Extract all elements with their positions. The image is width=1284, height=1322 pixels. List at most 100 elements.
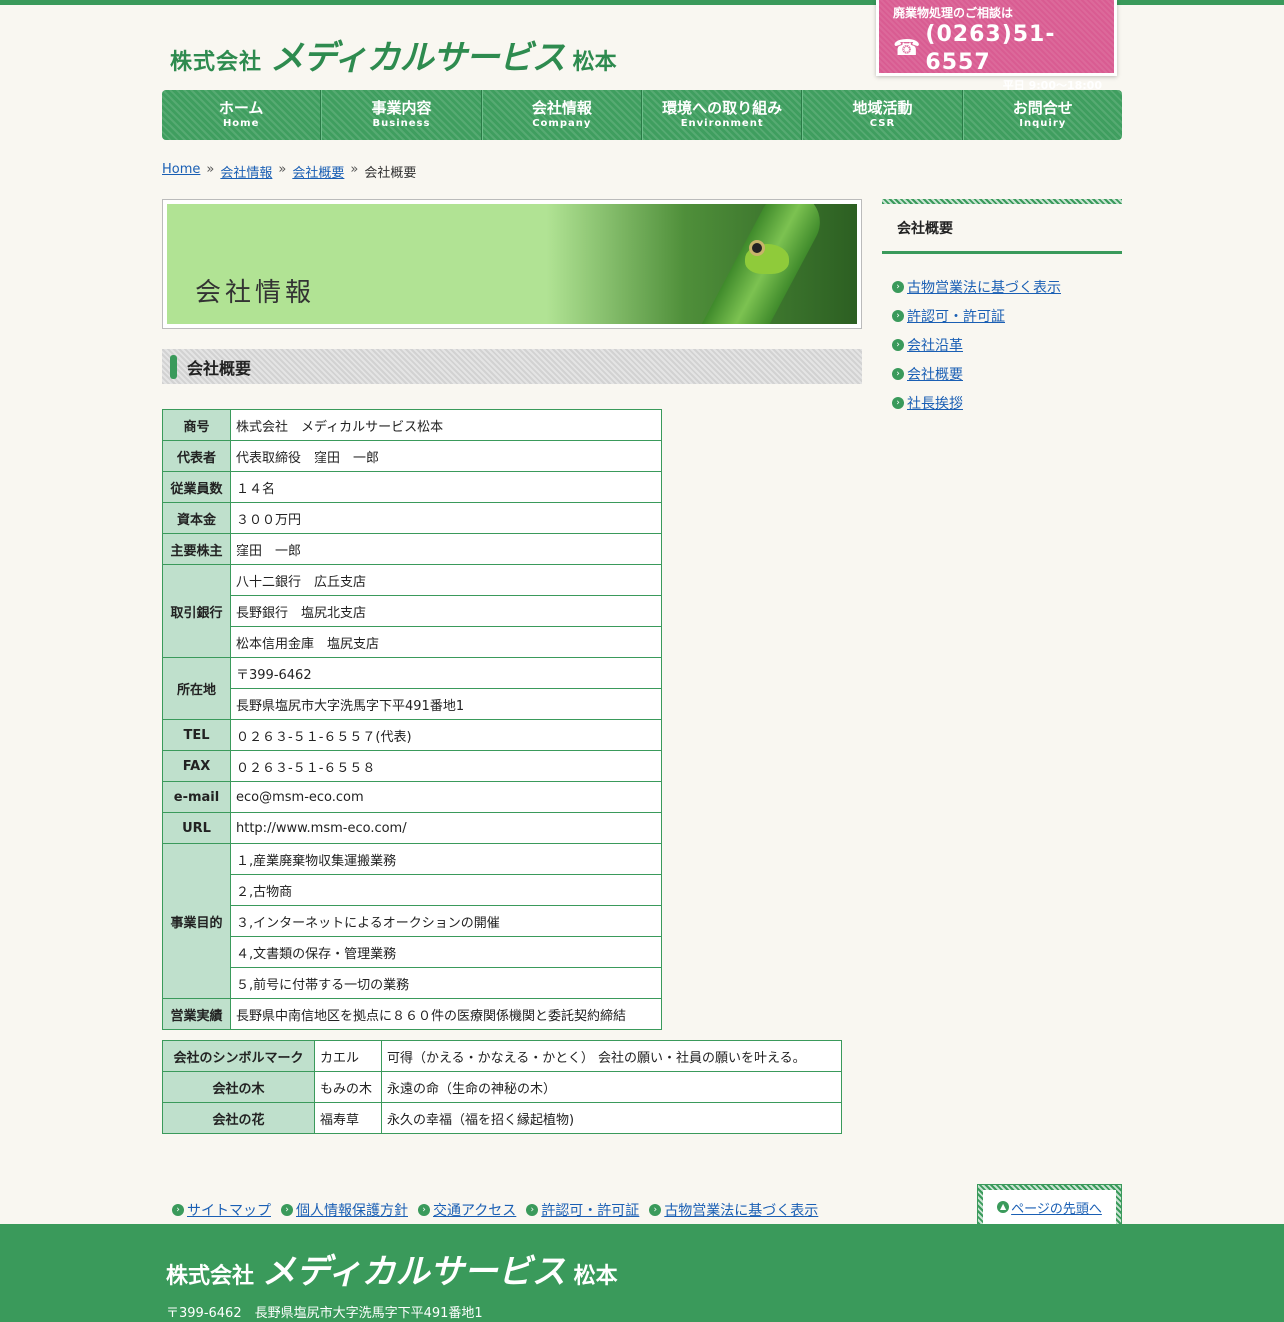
nav-label: 会社情報 — [531, 99, 592, 117]
row-label: FAX — [162, 750, 231, 782]
arrow-right-icon: › — [649, 1204, 662, 1216]
breadcrumb-overview[interactable]: 会社概要 — [292, 162, 344, 181]
footer-link-item: › サイトマップ — [172, 1200, 271, 1220]
table-row: 長野県塩尻市大字洗馬字下平491番地1 — [163, 688, 662, 720]
page-top-box: ▲ ページの先頭へ — [977, 1184, 1122, 1224]
sidebar-item: › 許認可・許可証 — [882, 301, 1122, 330]
footer-link-licenses[interactable]: 許認可・許可証 — [541, 1200, 639, 1220]
row-value: eco@msm-eco.com — [230, 781, 662, 813]
sidebar-link-greeting[interactable]: 社長挨拶 — [907, 393, 963, 413]
nav-business[interactable]: 事業内容 Business — [321, 90, 482, 140]
heading-marker — [170, 354, 177, 379]
table-row: 主要株主 窪田 一郎 — [162, 533, 662, 565]
logo-prefix: 株式会社 — [166, 1264, 255, 1289]
symbol-table: 会社のシンボルマーク カエル 可得（かえる・かなえる・かとく） 会社の願い・社員… — [162, 1040, 842, 1134]
logo-suffix: 松本 — [573, 1264, 618, 1289]
logo-main: メディカルサービス — [270, 38, 566, 78]
footer-link-item: › 交通アクセス — [418, 1200, 516, 1220]
breadcrumb-home[interactable]: Home — [162, 162, 200, 181]
row-label: 資本金 — [162, 502, 231, 534]
section-title: 会社概要 — [187, 358, 252, 378]
logo-main: メディカルサービス — [262, 1252, 566, 1292]
footer-link-item: › 古物営業法に基づく表示 — [649, 1200, 818, 1220]
nav-label: 地域活動 — [852, 99, 913, 117]
nav-environment[interactable]: 環境への取り組み Environment — [641, 90, 803, 140]
nav-sublabel: Home — [222, 118, 260, 129]
nav-label: 環境への取り組み — [662, 99, 783, 117]
row-value: １,産業廃棄物収集運搬業務 — [230, 843, 662, 875]
row-value: ３００万円 — [230, 502, 662, 534]
nav-sublabel: CSR — [869, 118, 896, 129]
table-row: 会社の木 もみの木 永遠の命（生命の神秘の木） — [162, 1071, 842, 1103]
page-top-inner: ▲ ページの先頭へ — [983, 1190, 1116, 1224]
nav-label: 事業内容 — [371, 99, 432, 117]
sidebar-item: › 社長挨拶 — [882, 388, 1122, 417]
row-value: 窪田 一郎 — [230, 533, 662, 565]
table-row: 事業目的 １,産業廃棄物収集運搬業務 — [162, 843, 662, 999]
arrow-right-icon: › — [892, 309, 904, 322]
contact-banner[interactable]: 廃業物処理のご相談は ☎ (0263)51-6557 平日 9:00〜18:00 — [876, 0, 1117, 92]
page-top-link[interactable]: ページの先頭へ — [1011, 1198, 1102, 1217]
section-heading: 会社概要 — [162, 349, 862, 384]
nav-home[interactable]: ホーム Home — [162, 90, 322, 140]
footer-link-privacy[interactable]: 個人情報保護方針 — [296, 1200, 408, 1220]
breadcrumb: Home » 会社情報 » 会社概要 » 会社概要 — [162, 162, 416, 181]
nav-sublabel: Inquiry — [1019, 118, 1067, 129]
table-row: 所在地 〒399-6462 — [162, 657, 662, 720]
hero-image: 会社情報 — [167, 204, 857, 324]
row-label: 会社のシンボルマーク — [162, 1040, 315, 1072]
nav-sublabel: Environment — [680, 118, 764, 129]
table-row: 営業実績 長野県中南信地区を拠点に８６０件の医療関係機関と委託契約締結 — [162, 998, 662, 1030]
row-value: 長野銀行 塩尻北支店 — [230, 595, 662, 627]
row-description: 可得（かえる・かなえる・かとく） 会社の願い・社員の願いを叶える。 — [381, 1040, 842, 1072]
row-name: カエル — [314, 1040, 382, 1072]
table-row: 商号 株式会社 メディカルサービス松本 — [162, 409, 662, 441]
table-row: 資本金 ３００万円 — [162, 502, 662, 534]
table-row: URL http://www.msm-eco.com/ — [162, 812, 662, 844]
logo-prefix: 株式会社 — [170, 50, 263, 75]
footer-link-sitemap[interactable]: サイトマップ — [187, 1200, 271, 1220]
sidebar-link-overview[interactable]: 会社概要 — [907, 364, 963, 384]
row-value: http://www.msm-eco.com/ — [230, 812, 662, 844]
table-row: 代表者 代表取締役 窪田 一郎 — [162, 440, 662, 472]
sidebar-link-licenses[interactable]: 許認可・許可証 — [907, 306, 1005, 326]
site-logo[interactable]: 株式会社 メディカルサービス 松本 — [170, 30, 617, 79]
sidebar-link-antique-notice[interactable]: 古物営業法に基づく表示 — [907, 277, 1061, 297]
company-info-table: 商号 株式会社 メディカルサービス松本 代表者 代表取締役 窪田 一郎 従業員数… — [162, 409, 662, 1030]
footer-link-item: › 個人情報保護方針 — [281, 1200, 408, 1220]
contact-phone[interactable]: ☎ (0263)51-6557 — [893, 21, 1102, 77]
row-value: 八十二銀行 広丘支店 — [230, 564, 662, 596]
table-row: 松本信用金庫 塩尻支店 — [163, 626, 662, 658]
table-row: ３,インターネットによるオークションの開催 — [163, 905, 662, 937]
row-description: 永久の幸福（福を招く縁起植物) — [381, 1102, 842, 1134]
row-value: ５,前号に付帯する一切の業務 — [230, 967, 662, 999]
arrow-right-icon: › — [892, 396, 904, 409]
arrow-right-icon: › — [418, 1204, 430, 1216]
row-label: 商号 — [162, 409, 231, 441]
breadcrumb-company[interactable]: 会社情報 — [220, 162, 272, 181]
row-label: 代表者 — [162, 440, 231, 472]
footer-link-access[interactable]: 交通アクセス — [433, 1200, 516, 1220]
sidebar-item: › 会社沿革 — [882, 330, 1122, 359]
row-label: URL — [162, 812, 231, 844]
nav-csr[interactable]: 地域活動 CSR — [802, 90, 963, 140]
footer-logo[interactable]: 株式会社 メディカルサービス 松本 — [166, 1244, 618, 1293]
arrow-right-icon: › — [892, 338, 904, 351]
arrow-right-icon: › — [172, 1204, 184, 1216]
table-row: e-mail eco@msm-eco.com — [162, 781, 662, 813]
row-value: ０２６３-５１-６５５７(代表) — [230, 719, 662, 751]
breadcrumb-separator: » — [278, 162, 287, 177]
row-value: ４,文書類の保存・管理業務 — [230, 936, 662, 968]
nav-inquiry[interactable]: お問合せ Inquiry — [962, 90, 1122, 140]
row-value: １４名 — [230, 471, 662, 503]
footer-address: 〒399-6462 長野県塩尻市大字洗馬字下平491番地1 — [166, 1306, 483, 1321]
row-label: 所在地 — [162, 657, 231, 720]
nav-company[interactable]: 会社情報 Company — [481, 90, 642, 140]
sidebar-link-history[interactable]: 会社沿革 — [907, 335, 963, 355]
table-row: 会社の花 福寿草 永久の幸福（福を招く縁起植物) — [162, 1102, 842, 1134]
row-value: 株式会社 メディカルサービス松本 — [230, 409, 662, 441]
hero-banner: 会社情報 — [162, 199, 862, 329]
footer-link-antique-notice[interactable]: 古物営業法に基づく表示 — [664, 1200, 818, 1220]
table-row: ５,前号に付帯する一切の業務 — [163, 967, 662, 999]
arrow-up-icon: ▲ — [997, 1201, 1010, 1213]
